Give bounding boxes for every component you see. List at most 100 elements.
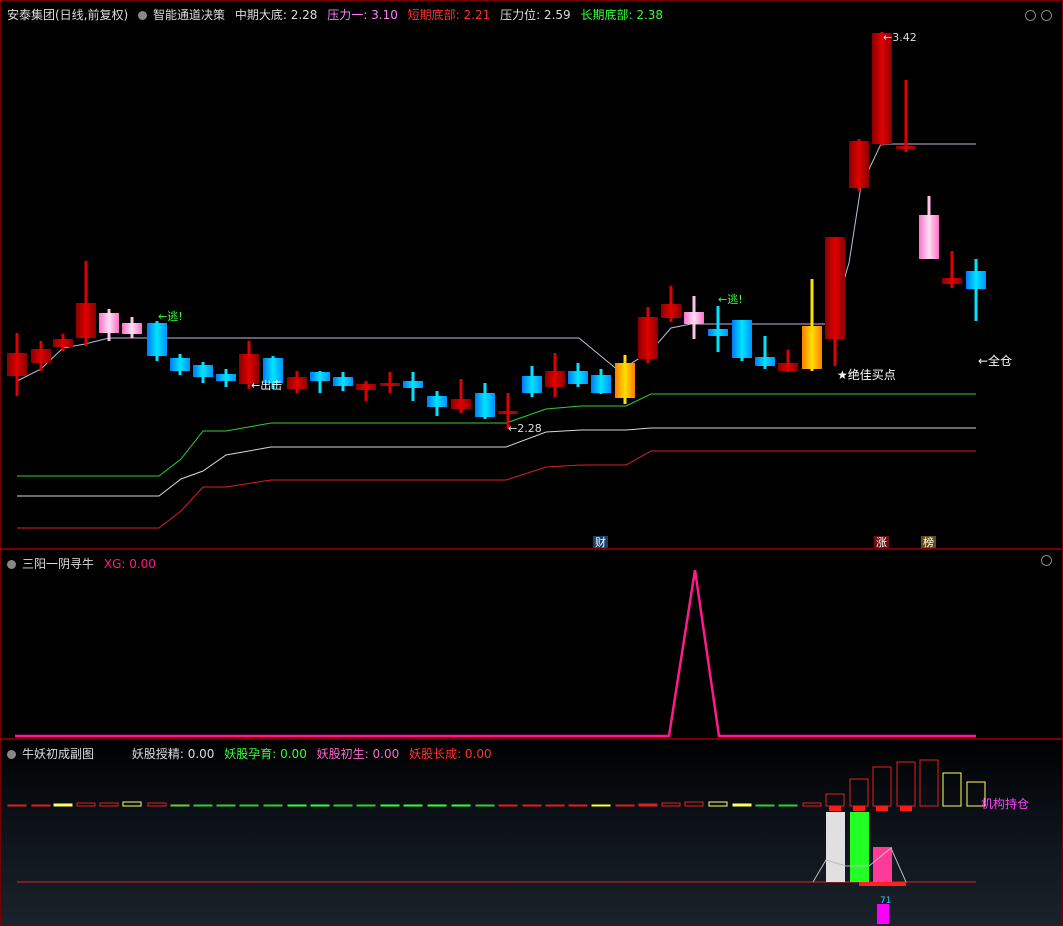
- panel2-close-icon[interactable]: [1041, 555, 1052, 566]
- signal-bar: [896, 761, 916, 807]
- signal-bar: [53, 803, 73, 807]
- limit-up-badge[interactable]: 涨: [874, 536, 889, 548]
- signal-bar: [498, 804, 518, 807]
- signal-bar: [193, 804, 213, 807]
- signal-bar: [802, 802, 822, 807]
- close-icon[interactable]: [1041, 10, 1052, 21]
- candle-body[interactable]: [170, 358, 190, 371]
- main-chart-panel[interactable]: 安泰集团(日线,前复权) 智能通道决策 中期大底: 2.28 压力一: 3.10…: [0, 0, 1063, 549]
- candle-body[interactable]: [568, 371, 588, 384]
- candle-body[interactable]: [778, 363, 798, 371]
- candle-body[interactable]: [451, 399, 471, 409]
- signal-bar: [356, 804, 376, 807]
- white-bar: [826, 812, 845, 882]
- signal-bar: [568, 804, 588, 807]
- xg-line: [15, 569, 976, 738]
- short-bottom-line: [17, 450, 976, 529]
- candle-body[interactable]: [849, 141, 869, 188]
- signal-bar: [825, 793, 845, 807]
- signal-bar: [239, 804, 259, 807]
- mid-line: [17, 427, 976, 497]
- candle-body[interactable]: [287, 377, 307, 389]
- main-header: 安泰集团(日线,前复权) 智能通道决策 中期大底: 2.28 压力一: 3.10…: [7, 6, 669, 23]
- low-price-label: ←2.28: [508, 422, 542, 435]
- ranking-badge[interactable]: 榜: [921, 536, 936, 548]
- maximize-icon[interactable]: [1025, 10, 1036, 21]
- candle-body[interactable]: [684, 312, 704, 324]
- red-base: [859, 882, 906, 886]
- long-bottom-line: [17, 393, 976, 477]
- signal-bar: [122, 801, 142, 807]
- candle-body[interactable]: [942, 278, 962, 284]
- candle-body[interactable]: [193, 365, 213, 377]
- signal-base: [829, 806, 841, 811]
- candle-body[interactable]: [522, 376, 542, 393]
- candle-body[interactable]: [872, 33, 892, 144]
- panel3-title: 牛妖初成副图: [22, 747, 95, 761]
- candle-body[interactable]: [7, 353, 27, 376]
- candle-body[interactable]: [591, 375, 611, 393]
- candle-body[interactable]: [310, 372, 330, 381]
- signal-bar: [615, 804, 635, 807]
- candle-body[interactable]: [99, 313, 119, 333]
- candle-body[interactable]: [615, 363, 635, 398]
- finance-badge[interactable]: 财: [593, 536, 608, 548]
- signal-bar: [778, 804, 798, 807]
- panel3-dot-icon[interactable]: [7, 750, 16, 759]
- candle-body[interactable]: [403, 381, 423, 388]
- candle-body[interactable]: [755, 357, 775, 366]
- candle-body[interactable]: [825, 237, 845, 339]
- best-buy-label: ★绝佳买点: [837, 368, 896, 382]
- signal-bar: [661, 802, 681, 807]
- candle-body[interactable]: [380, 383, 400, 386]
- candle-body[interactable]: [216, 374, 236, 381]
- candle-body[interactable]: [475, 393, 495, 417]
- candle-body[interactable]: [545, 371, 565, 387]
- candle-body[interactable]: [333, 377, 353, 386]
- indicator-dot-icon[interactable]: [138, 11, 148, 20]
- xg-line-chart: [15, 569, 976, 738]
- candle-body[interactable]: [661, 304, 681, 318]
- kline-chart[interactable]: [1, 1, 1063, 549]
- xg-indicator-panel[interactable]: 三阳一阴寻牛 XG: 0.00: [0, 549, 1063, 739]
- stock-title: 安泰集团(日线,前复权): [7, 8, 129, 22]
- signal-bar: [76, 802, 96, 807]
- candle-body[interactable]: [708, 329, 728, 336]
- header-label-1: 压力一: 3.10: [327, 8, 398, 22]
- candle-body[interactable]: [76, 303, 96, 338]
- signal-bar: [732, 803, 752, 807]
- count-label: 71: [880, 896, 892, 906]
- panel3-header: 牛妖初成副图 妖股授精: 0.00 妖股孕育: 0.00 妖股初生: 0.00 …: [7, 745, 498, 762]
- low-price-value: 2.28: [517, 422, 542, 435]
- escape-label-1: ←逃!: [158, 310, 183, 323]
- candle-body[interactable]: [802, 326, 822, 369]
- demon-stock-panel[interactable]: 牛妖初成副图 妖股授精: 0.00 妖股孕育: 0.00 妖股初生: 0.00 …: [0, 739, 1063, 926]
- candle-body[interactable]: [122, 323, 142, 334]
- panel2-dot-icon[interactable]: [7, 560, 16, 569]
- candle-body[interactable]: [638, 317, 658, 359]
- panel2-header: 三阳一阴寻牛 XG: 0.00: [7, 555, 162, 572]
- signal-bar: [263, 804, 283, 807]
- candle-body[interactable]: [498, 411, 518, 414]
- xg-value: XG: 0.00: [103, 557, 156, 571]
- signal-base: [853, 806, 865, 811]
- candle-body[interactable]: [356, 384, 376, 390]
- candle-body[interactable]: [31, 349, 51, 363]
- candle-body[interactable]: [147, 323, 167, 356]
- candle-body[interactable]: [732, 320, 752, 358]
- candle-body[interactable]: [53, 339, 73, 347]
- panel3-label-0: 妖股授精: 0.00: [131, 747, 215, 761]
- candle-body[interactable]: [919, 215, 939, 259]
- candle-body[interactable]: [427, 396, 447, 407]
- high-price-label: ←3.42: [883, 31, 917, 44]
- header-label-2: 短期底部: 2.21: [407, 8, 491, 22]
- signal-bar: [147, 802, 167, 807]
- signal-bar: [31, 804, 51, 807]
- signal-bar: [872, 766, 892, 807]
- candle-body[interactable]: [966, 271, 986, 289]
- signal-bar: [427, 804, 447, 807]
- signal-bar: [755, 804, 775, 807]
- signal-bar: [638, 803, 658, 807]
- signal-bar: [7, 804, 27, 807]
- candle-body[interactable]: [896, 146, 916, 149]
